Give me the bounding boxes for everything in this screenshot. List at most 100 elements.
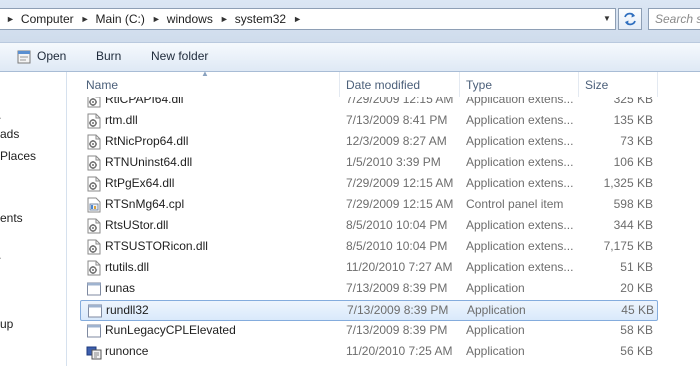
file-type: Application xyxy=(466,281,525,295)
address-field[interactable]: ► Computer ► Main (C:) ► windows ► syste… xyxy=(0,8,616,30)
application-icon xyxy=(86,323,102,339)
column-header-date-modified[interactable]: Date modified xyxy=(340,72,460,97)
breadcrumb-computer[interactable]: Computer xyxy=(21,12,74,26)
column-header-name[interactable]: Name xyxy=(80,72,340,97)
file-row[interactable]: RTNUninst64.dll 1/5/2010 3:39 PM Applicati… xyxy=(80,153,658,174)
file-size: 45 KB xyxy=(621,303,654,317)
file-type: Control panel item xyxy=(466,197,564,211)
file-row[interactable]: RtsUStor.dll 8/5/2010 10:04 PM Application… xyxy=(80,216,658,237)
file-date-modified: 11/20/2010 7:25 AM xyxy=(346,344,453,358)
file-name: RTNUninst64.dll xyxy=(105,155,193,169)
file-date-modified: 7/29/2009 12:15 AM xyxy=(346,197,454,211)
file-date-modified: 8/5/2010 10:04 PM xyxy=(346,218,448,232)
dll-gear-icon xyxy=(86,176,102,192)
file-name: rundll32 xyxy=(106,303,149,317)
column-headers: ▲ Name Date modified Type Size xyxy=(67,69,700,97)
file-type: Application extens... xyxy=(466,134,574,148)
file-type: Application xyxy=(466,323,525,337)
dll-gear-icon xyxy=(86,218,102,234)
file-size: 135 KB xyxy=(613,113,653,127)
file-type: Application extens... xyxy=(466,218,574,232)
file-row[interactable]: runonce 11/20/2010 7:25 AM Application 56 K… xyxy=(80,342,658,363)
dll-gear-icon xyxy=(86,155,102,171)
refresh-button[interactable] xyxy=(618,8,642,30)
address-history-chevron-down-icon[interactable]: ▼ xyxy=(601,12,613,26)
open-button[interactable]: Open xyxy=(37,49,66,63)
file-size: 325 KB xyxy=(613,97,653,106)
file-row[interactable]: rtm.dll 7/13/2009 8:41 PM Application exte… xyxy=(80,111,658,132)
file-type: Application extens... xyxy=(466,113,574,127)
new-folder-button[interactable]: New folder xyxy=(151,49,208,63)
file-name: RtlCPAPI64.dll xyxy=(105,97,184,106)
file-row[interactable]: rtutils.dll 11/20/2010 7:27 AM Application… xyxy=(80,258,658,279)
nav-item-homegroup[interactable]: up xyxy=(0,317,13,331)
column-header-size[interactable]: Size xyxy=(579,72,658,97)
nav-item-downloads[interactable]: ads xyxy=(0,127,19,141)
address-bar-area: ► Computer ► Main (C:) ► windows ► syste… xyxy=(0,0,700,42)
nav-arrow-icon[interactable]: ► xyxy=(0,253,3,264)
file-date-modified: 7/13/2009 8:39 PM xyxy=(346,323,448,337)
search-input[interactable]: Search sy xyxy=(648,8,700,30)
file-date-modified: 1/5/2010 3:39 PM xyxy=(346,155,441,169)
breadcrumb-separator-icon[interactable]: ► xyxy=(152,14,161,24)
file-size: 1,325 KB xyxy=(603,176,653,190)
file-type: Application xyxy=(466,344,525,358)
burn-button[interactable]: Burn xyxy=(96,49,121,63)
file-date-modified: 11/20/2010 7:27 AM xyxy=(346,260,453,274)
breadcrumb-separator-icon[interactable]: ► xyxy=(220,14,229,24)
breadcrumb-main-c[interactable]: Main (C:) xyxy=(96,12,145,26)
breadcrumb-separator-icon[interactable]: ► xyxy=(6,14,15,24)
file-row[interactable]: RunLegacyCPLElevated 7/13/2009 8:39 PM App… xyxy=(80,321,658,342)
file-type: Application extens... xyxy=(466,155,574,169)
breadcrumb-windows[interactable]: windows xyxy=(167,12,213,26)
file-date-modified: 7/13/2009 8:39 PM xyxy=(346,281,448,295)
column-header-type[interactable]: Type xyxy=(460,72,579,97)
command-toolbar: Open Burn New folder xyxy=(0,42,700,72)
file-row-selected[interactable]: rundll32 7/13/2009 8:39 PM Application 45 K… xyxy=(80,300,658,321)
explorer-window: ► Computer ► Main (C:) ► windows ► syste… xyxy=(0,0,700,366)
dll-gear-icon xyxy=(86,113,102,129)
file-size: 73 KB xyxy=(620,134,653,148)
file-name: RtNicProp64.dll xyxy=(105,134,189,148)
file-size: 56 KB xyxy=(620,344,653,358)
application-icon xyxy=(86,281,102,297)
file-name: RTSUSTORicon.dll xyxy=(105,239,208,253)
file-row[interactable]: runas 7/13/2009 8:39 PM Application 20 KB xyxy=(80,279,658,300)
file-name: runonce xyxy=(105,344,149,358)
breadcrumb-separator-icon[interactable]: ► xyxy=(81,14,90,24)
dll-gear-icon xyxy=(86,134,102,150)
file-type: Application extens... xyxy=(466,239,574,253)
nav-arrow-icon[interactable]: ► xyxy=(0,113,3,124)
file-size: 51 KB xyxy=(620,260,653,274)
file-row[interactable]: RtPgEx64.dll 7/29/2009 12:15 AM Applicatio… xyxy=(80,174,658,195)
file-name: RtPgEx64.dll xyxy=(105,176,175,190)
file-name: rtm.dll xyxy=(105,113,138,127)
dll-gear-icon xyxy=(86,239,102,255)
file-row[interactable]: RtlCPAPI64.dll 7/29/2009 12:15 AM Applicat… xyxy=(80,97,658,111)
file-type: Application extens... xyxy=(466,176,574,190)
file-name: rtutils.dll xyxy=(105,260,150,274)
file-date-modified: 8/5/2010 10:04 PM xyxy=(346,239,448,253)
file-date-modified: 12/3/2009 8:27 AM xyxy=(346,134,447,148)
breadcrumb-separator-icon[interactable]: ► xyxy=(293,14,302,24)
file-type: Application extens... xyxy=(466,97,574,106)
file-size: 7,175 KB xyxy=(603,239,653,253)
file-date-modified: 7/29/2009 12:15 AM xyxy=(346,176,454,190)
file-row[interactable]: RtNicProp64.dll 12/3/2009 8:27 AM Applicat… xyxy=(80,132,658,153)
file-type: Application extens... xyxy=(466,260,574,274)
file-size: 344 KB xyxy=(613,218,653,232)
dll-gear-icon xyxy=(86,97,102,108)
file-name: RTSnMg64.cpl xyxy=(105,197,185,211)
file-row[interactable]: RTSnMg64.cpl 7/29/2009 12:15 AM Control pa… xyxy=(80,195,658,216)
nav-item-recent-places[interactable]: Places xyxy=(0,149,36,163)
file-size: 598 KB xyxy=(613,197,653,211)
dll-gear-icon xyxy=(86,260,102,276)
file-row[interactable]: RTSUSTORicon.dll 8/5/2010 10:04 PM Applica… xyxy=(80,237,658,258)
file-size: 58 KB xyxy=(620,323,653,337)
breadcrumb-system32[interactable]: system32 xyxy=(235,12,286,26)
nav-item-documents[interactable]: ents xyxy=(0,211,23,225)
file-type: Application xyxy=(467,303,526,317)
navigation-pane: ► ads Places ents ► up xyxy=(0,72,67,366)
file-date-modified: 7/13/2009 8:39 PM xyxy=(347,303,449,317)
file-size: 20 KB xyxy=(620,281,653,295)
